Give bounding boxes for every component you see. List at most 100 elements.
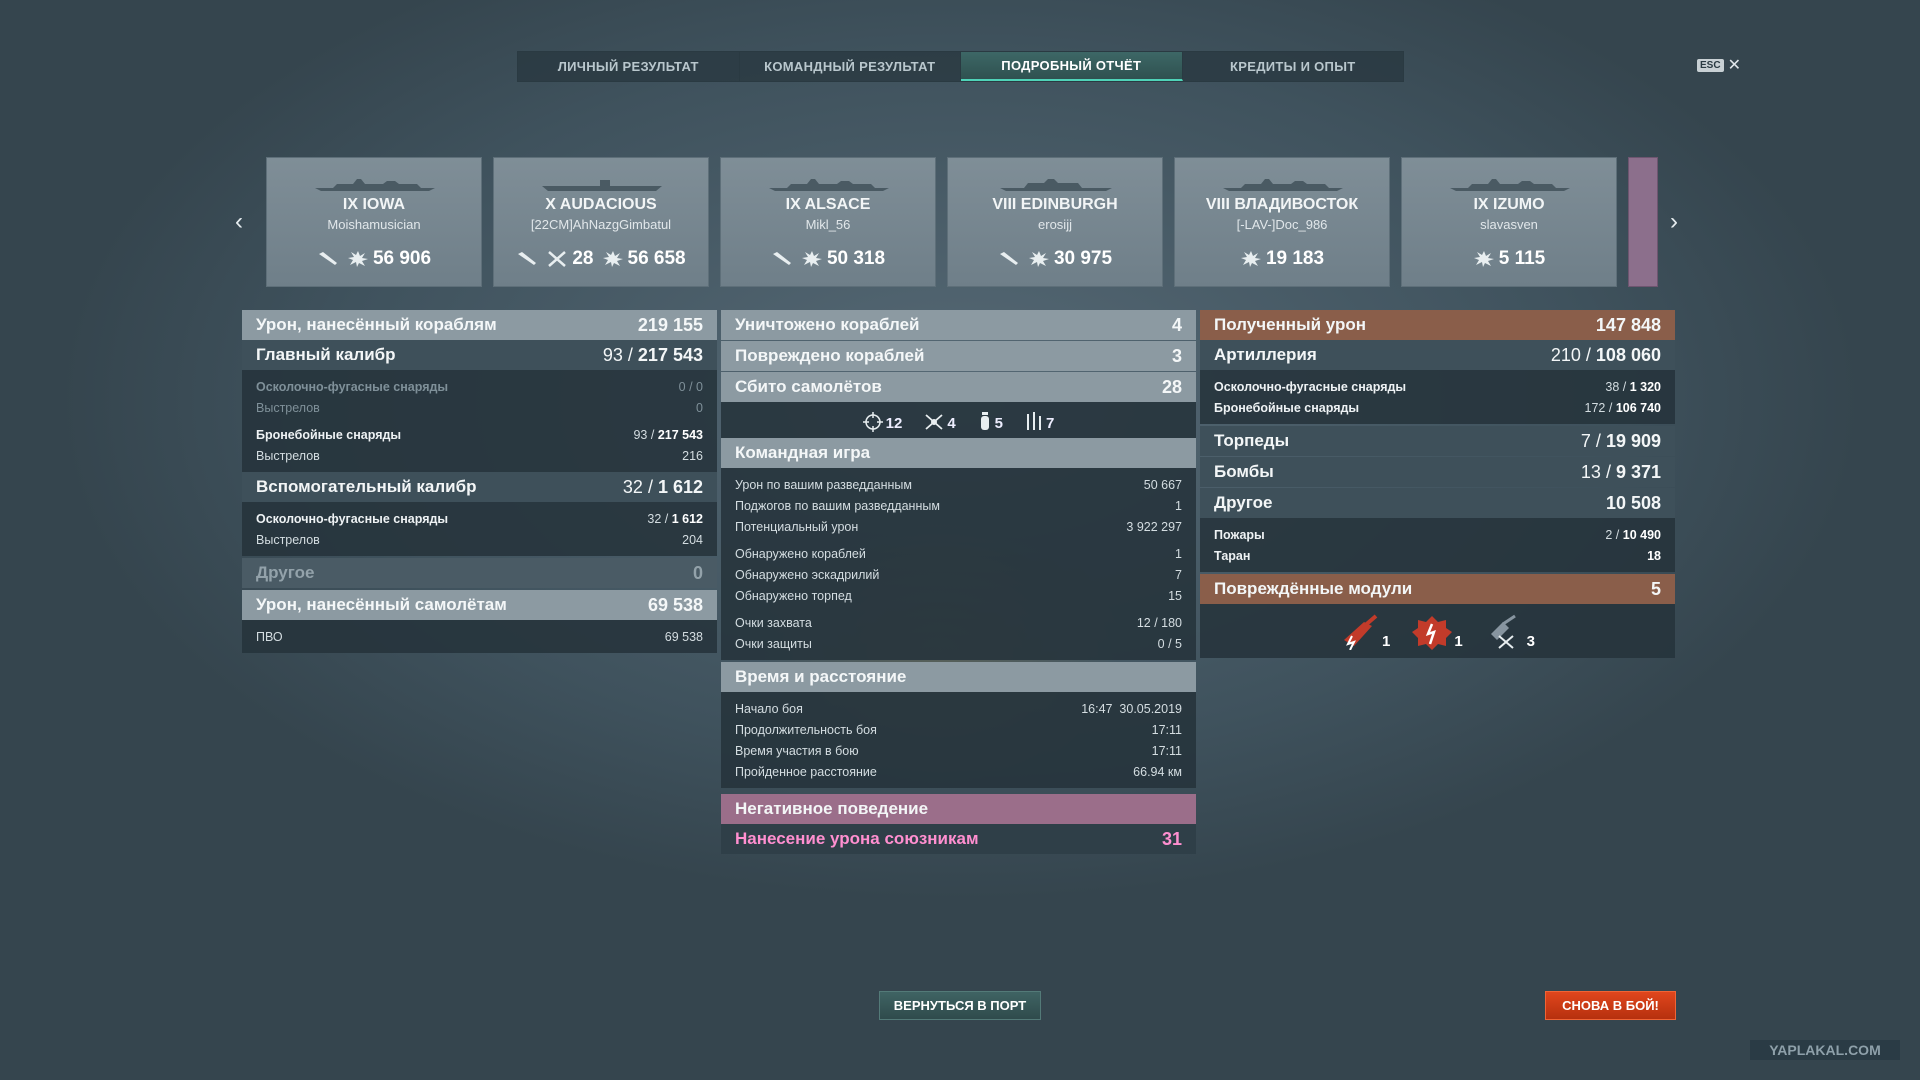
- module-stat: 1: [1340, 614, 1390, 650]
- main-he-shots-row: Выстрелов 0: [256, 400, 703, 415]
- kills-stat: [998, 250, 1020, 268]
- teamplay-header: Командная игра: [721, 438, 1196, 468]
- damage-value: 19 183: [1265, 248, 1325, 269]
- team-line: Обнаружено кораблей 1: [735, 546, 1182, 561]
- explosion-icon: [1240, 251, 1261, 267]
- tab-credits-xp[interactable]: КРЕДИТЫ И ОПЫТ: [1183, 52, 1404, 81]
- ship-card[interactable]: X AUDACIOUS [22CM]AhNazgGimbatul 28 56 6…: [493, 157, 709, 287]
- main-ap-row: Бронебойные снаряды 93 / 217 543: [256, 427, 703, 442]
- battle-again-button[interactable]: СНОВА В БОЙ!: [1545, 991, 1676, 1020]
- damage-stat: 50 318: [801, 248, 885, 270]
- plane-shot-icon: [548, 251, 567, 267]
- team-line: Поджогов по вашим разведданным 1: [735, 498, 1182, 513]
- ship-sunk-icon: [518, 252, 537, 265]
- tab-detailed-report[interactable]: ПОДРОБНЫЙ ОТЧЁТ: [961, 52, 1183, 81]
- ship-name: X AUDACIOUS: [545, 196, 657, 213]
- damage-value: 5 115: [1498, 248, 1546, 269]
- ships-damaged-row: Повреждено кораблей 3: [721, 341, 1196, 371]
- crosshair-icon: [862, 412, 883, 432]
- ship-card[interactable]: VIII ВЛАДИВОСТОК [-LAV-]Doc_986 19 183: [1174, 157, 1390, 287]
- main-battery-row: Главный калибр 93 / 217 543: [242, 340, 717, 370]
- damage-value: 30 975: [1053, 248, 1113, 269]
- ships-destroyed-row: Уничтожено кораблей 4: [721, 310, 1196, 340]
- return-to-port-button[interactable]: ВЕРНУТЬСЯ В ПОРТ: [879, 991, 1041, 1020]
- player-name: Moishamusician: [327, 217, 421, 232]
- team-line: Урон по вашим разведданным 50 667: [735, 477, 1182, 492]
- ship-carousel: IX IOWA Moishamusician 56 906 X AUDACIOU…: [266, 157, 1658, 287]
- cruiser-silhouette-icon: [1000, 179, 1112, 191]
- ship-sunk-icon: [318, 252, 337, 265]
- tab-bar: ЛИЧНЫЙ РЕЗУЛЬТАТ КОМАНДНЫЙ РЕЗУЛЬТАТ ПОД…: [517, 51, 1404, 82]
- battleship-silhouette-icon: [315, 179, 435, 191]
- carousel-prev-icon[interactable]: ‹: [235, 208, 243, 236]
- other-damage-row: Другое 0: [242, 558, 717, 588]
- planes-stat: 28: [546, 248, 594, 270]
- ship-name: IX IOWA: [342, 196, 406, 213]
- damage-value: 50 318: [826, 248, 886, 269]
- other-received-row: Другое 10 508: [1200, 488, 1675, 518]
- tab-personal-result[interactable]: ЛИЧНЫЙ РЕЗУЛЬТАТ: [518, 52, 740, 81]
- team-line: Обнаружено торпед 15: [735, 588, 1182, 603]
- planes-value: 28: [572, 248, 594, 269]
- damage-stat: 56 906: [347, 248, 431, 270]
- team-line: Очки защиты 0 / 5: [735, 636, 1182, 651]
- close-button[interactable]: ESC ✕: [1697, 55, 1741, 75]
- received-ap-row: Бронебойные снаряды 172 / 106 740: [1214, 400, 1661, 415]
- explosion-icon: [1028, 251, 1049, 267]
- ship-name: IX ALSACE: [785, 196, 871, 213]
- planes-shot-row: Сбито самолётов 28: [721, 372, 1196, 402]
- tab-team-result[interactable]: КОМАНДНЫЙ РЕЗУЛЬТАТ: [740, 52, 961, 81]
- damaged-modules: 1 1 3: [1200, 604, 1675, 658]
- player-name: slavasven: [1480, 217, 1538, 232]
- ship-card[interactable]: IX IZUMO slavasven 5 115: [1401, 157, 1617, 287]
- explosion-icon: [1473, 251, 1494, 267]
- ship-card[interactable]: IX ALSACE Mikl_56 50 318: [720, 157, 936, 287]
- explosion-icon: [602, 251, 623, 267]
- damage-value: 56 658: [627, 248, 686, 269]
- kills-stat: [516, 250, 538, 268]
- time-distance-header: Время и расстояние: [721, 662, 1196, 692]
- damage-stat: 5 115: [1473, 248, 1546, 270]
- gun-damage-icon: [1343, 614, 1378, 650]
- explosion-icon: [347, 251, 368, 267]
- player-name: erosijj: [1038, 217, 1072, 232]
- combat-summary-panel: Уничтожено кораблей 4 Повреждено кораблей…: [721, 310, 1196, 854]
- torpedoes-row: Торпеды 7 / 19 909: [1200, 426, 1675, 456]
- watermark-logo: YAPLAKAL.COM: [1750, 1040, 1900, 1060]
- plane-type-stat: 4: [924, 412, 956, 432]
- rocket-icon: [1027, 412, 1042, 430]
- damage-received-panel: Полученный урон 147 848 Артиллерия 210 / 1…: [1200, 310, 1675, 658]
- player-name: Mikl_56: [805, 217, 851, 232]
- damage-value: 56 906: [372, 248, 432, 269]
- player-name: [-LAV-]Doc_986: [1236, 217, 1328, 232]
- ship-card[interactable]: VIII EDINBURGH erosijj 30 975: [947, 157, 1163, 287]
- main-he-row: Осколочно-фугасные снаряды 0 / 0: [256, 379, 703, 394]
- artillery-row: Артиллерия 210 / 108 060: [1200, 340, 1675, 370]
- received-he-row: Осколочно-фугасные снаряды 38 / 1 320: [1214, 379, 1661, 394]
- team-line: Потенциальный урон 3 922 297: [735, 519, 1182, 534]
- aa-row: ПВО 69 538: [256, 629, 703, 644]
- ally-damage-row: Нанесение урона союзникам 31: [721, 824, 1196, 854]
- negative-behavior-header: Негативное поведение: [721, 794, 1196, 824]
- damage-dealt-panel: Урон, нанесённый кораблям 219 155 Главный…: [242, 310, 717, 653]
- ship-sunk-icon: [772, 252, 791, 265]
- engine-damage-icon: [1412, 616, 1453, 650]
- team-line: Обнаружено эскадрилий 7: [735, 567, 1182, 582]
- plane-types: 12 4 5 7: [721, 402, 1196, 438]
- ship-name: VIII EDINBURGH: [992, 196, 1118, 213]
- time-line: Время участия в бою 17:11: [735, 743, 1182, 758]
- ship-card-partial[interactable]: [1628, 157, 1658, 287]
- module-stat: 1: [1412, 614, 1463, 650]
- main-ap-shots-row: Выстрелов 216: [256, 448, 703, 463]
- carrier-silhouette-icon: [542, 180, 662, 191]
- plane-type-stat: 7: [1025, 412, 1054, 432]
- ship-name: IX IZUMO: [1473, 196, 1545, 213]
- plane-type-stat: 5: [978, 412, 1003, 432]
- fires-row: Пожары 2 / 10 490: [1214, 527, 1661, 542]
- damaged-modules-header: Повреждённые модули 5: [1200, 574, 1675, 604]
- carousel-next-icon[interactable]: ›: [1670, 208, 1678, 236]
- ship-damage-header: Урон, нанесённый кораблям 219 155: [242, 310, 717, 340]
- close-icon: ✕: [1727, 57, 1741, 74]
- player-name: [22CM]AhNazgGimbatul: [530, 217, 672, 232]
- ship-card[interactable]: IX IOWA Moishamusician 56 906: [266, 157, 482, 287]
